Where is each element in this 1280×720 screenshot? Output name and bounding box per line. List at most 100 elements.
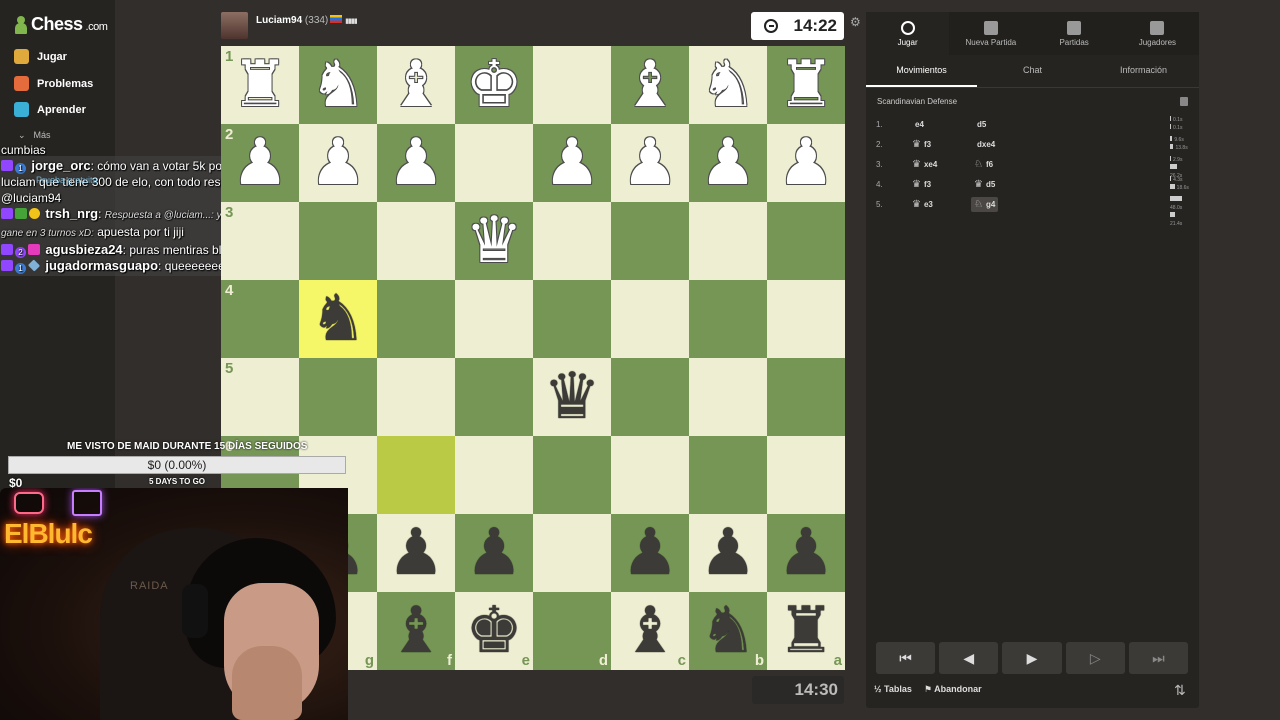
black-move[interactable]: ♛ d5: [974, 179, 1036, 190]
white-pawn-icon[interactable]: ♟: [231, 124, 288, 202]
board-square[interactable]: [533, 514, 611, 592]
board-square[interactable]: f ♝: [377, 592, 455, 670]
board-square[interactable]: [533, 436, 611, 514]
black-pawn-icon[interactable]: ♟: [621, 514, 678, 592]
board-square[interactable]: [611, 280, 689, 358]
white-pawn-icon[interactable]: ♟: [543, 124, 600, 202]
board-square[interactable]: ♛: [455, 202, 533, 280]
tab-jugadores[interactable]: Jugadores: [1116, 12, 1199, 55]
black-queen-icon[interactable]: ♛: [543, 358, 600, 436]
black-pawn-icon[interactable]: ♟: [465, 514, 522, 592]
board-square[interactable]: [455, 436, 533, 514]
black-bishop-icon[interactable]: ♝: [621, 592, 678, 670]
board-square[interactable]: ♚: [455, 46, 533, 124]
board-square[interactable]: ♞: [299, 46, 377, 124]
board-square[interactable]: ♟: [377, 514, 455, 592]
board-square[interactable]: ♟: [689, 514, 767, 592]
board-square[interactable]: ♝: [377, 46, 455, 124]
white-pawn-icon[interactable]: ♟: [621, 124, 678, 202]
board-square[interactable]: ♜: [767, 46, 845, 124]
white-move[interactable]: ♛ xe4: [912, 159, 974, 170]
board-square[interactable]: ♟: [611, 124, 689, 202]
board-square[interactable]: [299, 202, 377, 280]
board-square[interactable]: [689, 280, 767, 358]
board-square[interactable]: [767, 202, 845, 280]
board-square[interactable]: [377, 202, 455, 280]
board-square[interactable]: ♞: [299, 280, 377, 358]
board-square[interactable]: ♛: [533, 358, 611, 436]
board-square[interactable]: [455, 358, 533, 436]
white-pawn-icon[interactable]: ♟: [387, 124, 444, 202]
board-square[interactable]: [533, 46, 611, 124]
forward-button[interactable]: ▷: [1065, 642, 1125, 674]
avatar[interactable]: [221, 12, 248, 39]
board-square[interactable]: ♟: [299, 124, 377, 202]
board-square[interactable]: d: [533, 592, 611, 670]
board-square[interactable]: 3: [221, 202, 299, 280]
board-square[interactable]: [533, 202, 611, 280]
sidebar-item-more[interactable]: ⌄ Más: [18, 130, 51, 141]
sidebar-item-jugar[interactable]: Jugar: [14, 49, 67, 64]
board-square[interactable]: [455, 280, 533, 358]
board-square[interactable]: [299, 358, 377, 436]
black-rook-icon[interactable]: ♜: [777, 592, 834, 670]
white-pawn-icon[interactable]: ♟: [309, 124, 366, 202]
white-move[interactable]: ♛ f3: [912, 139, 974, 150]
board-square[interactable]: ♟: [611, 514, 689, 592]
white-queen-icon[interactable]: ♛: [465, 202, 522, 280]
white-pawn-icon[interactable]: ♟: [699, 124, 756, 202]
black-move[interactable]: ♘ g4: [971, 196, 999, 212]
board-square[interactable]: [767, 358, 845, 436]
board-square[interactable]: [767, 280, 845, 358]
board-square[interactable]: ♟: [455, 514, 533, 592]
board-square[interactable]: a ♜: [767, 592, 845, 670]
book-icon[interactable]: [1180, 97, 1188, 106]
board-square[interactable]: [377, 280, 455, 358]
last-move-button[interactable]: ⏭: [1128, 642, 1189, 674]
black-move[interactable]: ♘ f6: [974, 159, 1036, 170]
white-bishop-icon[interactable]: ♝: [387, 46, 444, 124]
board-square[interactable]: [611, 436, 689, 514]
tab-partidas[interactable]: Partidas: [1033, 12, 1116, 55]
white-pawn-icon[interactable]: ♟: [777, 124, 834, 202]
board-square[interactable]: ♟: [533, 124, 611, 202]
black-knight-icon[interactable]: ♞: [699, 592, 756, 670]
black-knight-icon[interactable]: ♞: [309, 280, 366, 358]
white-knight-icon[interactable]: ♞: [309, 46, 366, 124]
sidebar-item-aprender[interactable]: Aprender: [14, 102, 86, 117]
prev-move-button[interactable]: ◀: [939, 642, 999, 674]
board-square[interactable]: ♟: [377, 124, 455, 202]
board-square[interactable]: [611, 358, 689, 436]
board-square[interactable]: ♟: [767, 514, 845, 592]
black-pawn-icon[interactable]: ♟: [699, 514, 756, 592]
tab-jugar[interactable]: Jugar: [866, 12, 950, 55]
board-square[interactable]: [689, 358, 767, 436]
white-rook-icon[interactable]: ♜: [777, 46, 834, 124]
board-square[interactable]: [377, 358, 455, 436]
board-square[interactable]: 5: [221, 358, 299, 436]
board-square[interactable]: [455, 124, 533, 202]
gear-icon[interactable]: ⚙: [850, 15, 861, 29]
white-knight-icon[interactable]: ♞: [699, 46, 756, 124]
flip-board-icon[interactable]: ⇅: [1174, 682, 1186, 699]
board-square[interactable]: [377, 436, 455, 514]
subtab-información[interactable]: Información: [1088, 55, 1199, 87]
black-pawn-icon[interactable]: ♟: [777, 514, 834, 592]
draw-button[interactable]: ½ Tablas: [874, 684, 912, 695]
tab-nueva-partida[interactable]: Nueva Partida: [949, 12, 1032, 55]
white-move[interactable]: e4: [912, 120, 974, 129]
board-square[interactable]: ♟: [689, 124, 767, 202]
black-pawn-icon[interactable]: ♟: [387, 514, 444, 592]
first-move-button[interactable]: ⏮: [876, 642, 936, 674]
board-square[interactable]: [767, 436, 845, 514]
board-square[interactable]: 4: [221, 280, 299, 358]
black-move[interactable]: dxe4: [974, 140, 1036, 149]
chess-logo[interactable]: Chess .com: [14, 14, 108, 35]
subtab-movimientos[interactable]: Movimientos: [866, 55, 977, 87]
board-square[interactable]: [689, 202, 767, 280]
white-king-icon[interactable]: ♚: [465, 46, 522, 124]
board-square[interactable]: 1 ♜: [221, 46, 299, 124]
board-square[interactable]: e ♚: [455, 592, 533, 670]
board-square[interactable]: ♞: [689, 46, 767, 124]
subtab-chat[interactable]: Chat: [977, 55, 1088, 87]
